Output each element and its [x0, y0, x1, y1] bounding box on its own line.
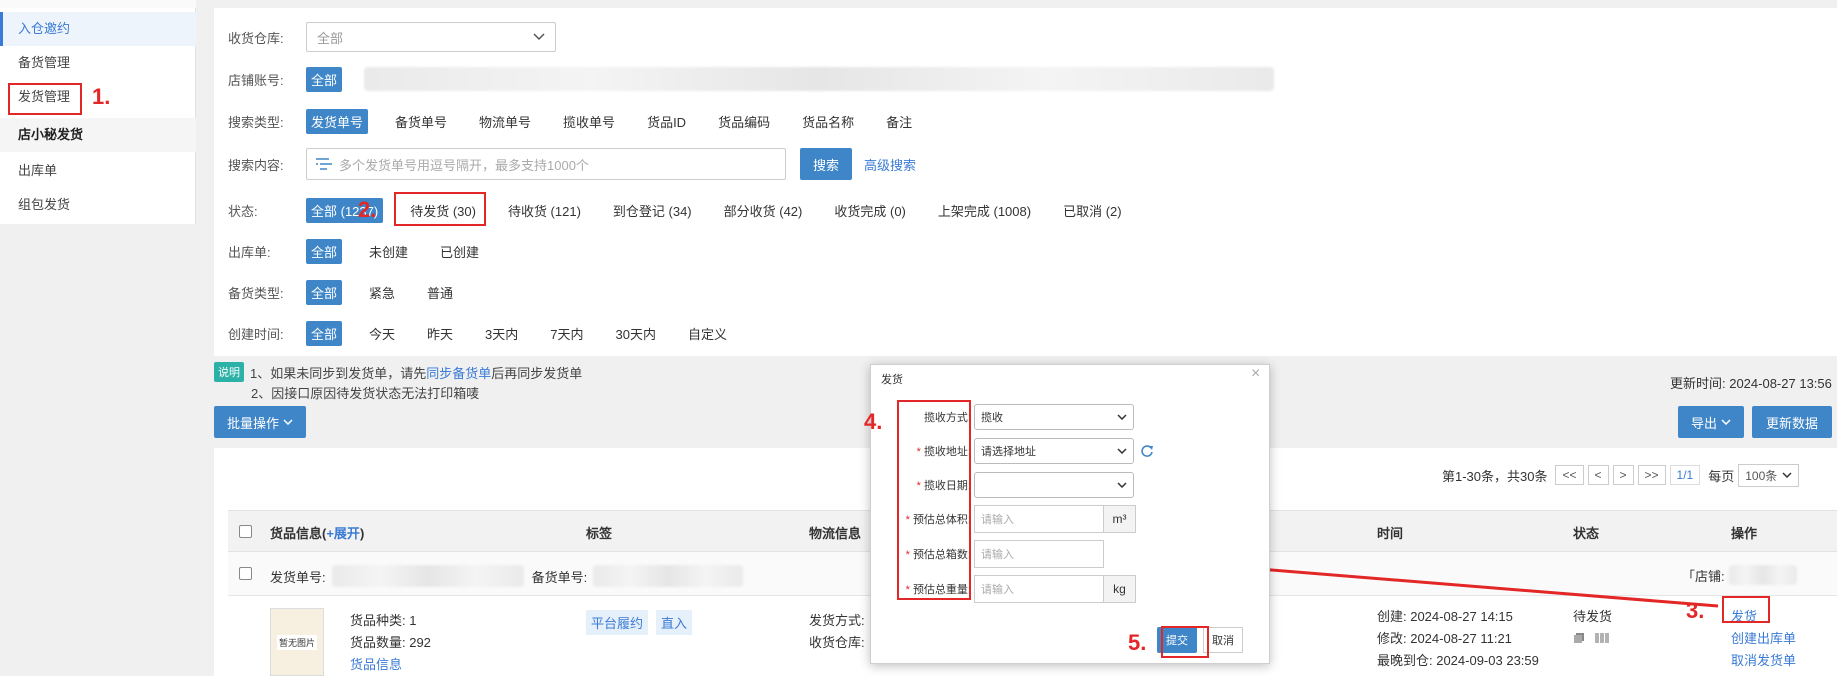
chevron-down-icon	[1117, 482, 1127, 488]
total-boxes-input[interactable]: 请输入	[974, 540, 1104, 568]
close-icon[interactable]: ×	[1251, 365, 1260, 383]
pickup-date-select[interactable]	[974, 472, 1134, 498]
chevron-down-icon	[1117, 414, 1127, 420]
pickup-address-value: 请选择地址	[981, 446, 1036, 458]
chevron-down-icon	[1117, 448, 1127, 454]
weight-unit: kg	[1104, 575, 1136, 603]
annotation-label-5: 5.	[1128, 630, 1147, 655]
annotation-label-4: 4.	[864, 409, 883, 434]
annotation-box-5	[1161, 626, 1209, 658]
pickup-method-value: 揽收	[981, 412, 1003, 424]
volume-unit: m³	[1104, 505, 1136, 533]
dialog-title: 发货	[881, 374, 903, 386]
annotation-box-4	[897, 400, 971, 600]
pickup-method-select[interactable]: 揽收	[974, 404, 1134, 430]
pickup-address-select[interactable]: 请选择地址	[974, 438, 1134, 464]
total-weight-input[interactable]: 请输入	[974, 575, 1104, 603]
cancel-button[interactable]: 取消	[1203, 627, 1243, 653]
refresh-icon[interactable]	[1140, 444, 1154, 458]
total-volume-input[interactable]: 请输入	[974, 505, 1104, 533]
